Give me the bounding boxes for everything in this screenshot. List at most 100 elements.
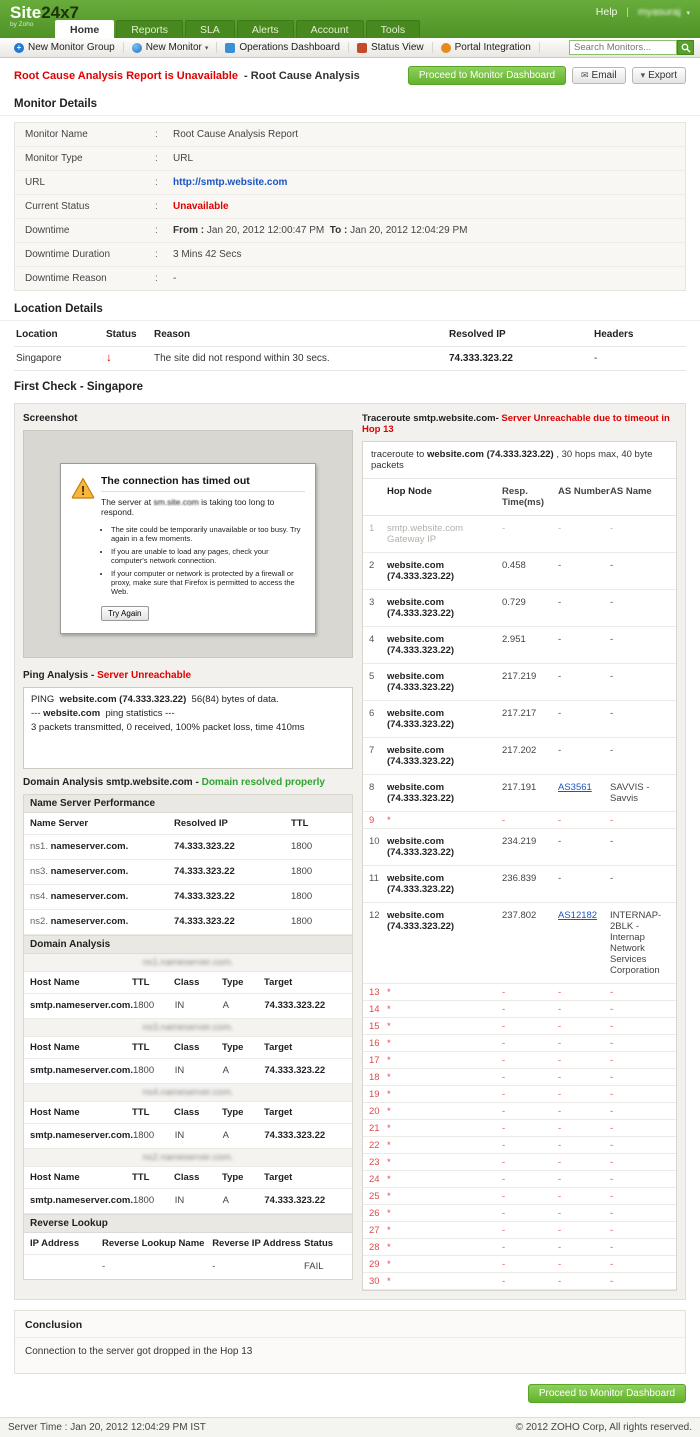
monitor-name-value: Root Cause Analysis Report <box>173 129 298 140</box>
operations-dashboard-button[interactable]: Operations Dashboard <box>217 42 349 53</box>
traceroute-row: 9 * - - - <box>363 812 676 829</box>
nav-tab[interactable]: Tools <box>366 20 421 38</box>
col-as-name: AS Name <box>610 486 670 508</box>
ping-line: --- website.com ping statistics --- <box>31 707 345 721</box>
hop-resp-time: - <box>502 1225 558 1236</box>
field-label: Downtime Reason <box>25 273 155 284</box>
new-monitor-label: New Monitor <box>146 42 202 53</box>
domain-analysis-heading: Domain Analysis smtp.website.com - Domai… <box>23 777 353 788</box>
dns-server-label: ns2.nameserver.com. <box>24 1149 352 1167</box>
new-monitor-button[interactable]: New Monitor ▾ <box>124 42 218 53</box>
first-check-left-column: Screenshot ! The connection has timed ou… <box>23 412 353 1291</box>
hop-as-name: - <box>610 1242 670 1253</box>
record-target: 74.333.323.22 <box>264 1195 346 1206</box>
proceed-to-dashboard-button-bottom[interactable]: Proceed to Monitor Dashboard <box>528 1384 686 1403</box>
downtime-value: From : Jan 20, 2012 12:00:47 PM To : Jan… <box>173 225 467 236</box>
first-check-panel: Screenshot ! The connection has timed ou… <box>14 403 686 1300</box>
hop-as-number: - <box>558 1089 610 1100</box>
try-again-button[interactable]: Try Again <box>101 606 149 621</box>
hop-number: 24 <box>369 1174 387 1185</box>
hop-as-number: - <box>558 987 610 998</box>
downtime-reason-row: Downtime Reason : - <box>15 267 685 290</box>
logo-text: Site <box>10 3 41 22</box>
conclusion-heading: Conclusion <box>15 1311 685 1338</box>
host-name: smtp.nameserver.com. <box>30 1000 133 1011</box>
help-link[interactable]: Help <box>596 6 618 18</box>
hop-number: 14 <box>369 1004 387 1015</box>
portal-integration-button[interactable]: Portal Integration <box>433 42 540 53</box>
hop-as-number: - <box>558 1123 610 1134</box>
hop-number: 1 <box>369 523 387 534</box>
status-badge: Unavailable <box>173 201 229 212</box>
dns-record-row: smtp.nameserver.com. 1800 IN A 74.333.32… <box>24 994 352 1019</box>
monitor-search <box>569 40 694 55</box>
hop-as-number: - <box>558 1021 610 1032</box>
monitor-globe-icon <box>132 43 142 53</box>
nav-tab[interactable]: Home <box>55 20 114 38</box>
field-label: Downtime <box>25 225 155 236</box>
hop-as-number[interactable]: AS3561 <box>558 782 610 793</box>
nav-tab[interactable]: Reports <box>116 20 183 38</box>
ttl: 1800 <box>291 891 346 902</box>
traceroute-command-line: traceroute to website.com (74.333.323.22… <box>363 442 676 479</box>
downtime-row: Downtime : From : Jan 20, 2012 12:00:47 … <box>15 219 685 243</box>
hop-as-name: - <box>610 815 670 826</box>
hop-as-name: - <box>610 745 670 756</box>
hop-number: 9 <box>369 815 387 826</box>
monitor-url-link[interactable]: http://smtp.website.com <box>173 177 287 188</box>
hop-as-name: - <box>610 597 670 608</box>
nav-tab[interactable]: Alerts <box>237 20 294 38</box>
search-input[interactable] <box>569 40 677 55</box>
col-hop-node: Hop Node <box>387 486 502 508</box>
email-button[interactable]: ✉Email <box>572 67 626 84</box>
reverse-lookup-header: IP Address Reverse Lookup Name Reverse I… <box>24 1233 352 1255</box>
hop-as-name: - <box>610 1123 670 1134</box>
header-utility: Help | myasuraj ▾ <box>596 6 690 18</box>
traceroute-row: 20 * - - - <box>363 1103 676 1120</box>
hop-number: 8 <box>369 782 387 793</box>
status-view-button[interactable]: Status View <box>349 42 433 53</box>
hop-number: 20 <box>369 1106 387 1117</box>
copyright: © 2012 ZOHO Corp, All rights reserved. <box>516 1422 692 1433</box>
user-menu[interactable]: myasuraj ▾ <box>638 6 690 18</box>
hop-number: 13 <box>369 987 387 998</box>
chevron-down-icon: ▾ <box>205 44 209 52</box>
traceroute-heading: Traceroute smtp.website.com- Server Unre… <box>362 413 677 435</box>
resolved-ip: 74.333.323.22 <box>174 891 291 902</box>
first-check-right-column: Traceroute smtp.website.com- Server Unre… <box>362 412 677 1291</box>
search-button[interactable] <box>677 40 694 55</box>
col-resolved-ip: Resolved IP <box>174 818 291 829</box>
proceed-to-dashboard-button[interactable]: Proceed to Monitor Dashboard <box>408 66 566 85</box>
nav-tab[interactable]: SLA <box>185 20 235 38</box>
downtime-reason-value: - <box>173 273 176 284</box>
downtime-duration-value: 3 Mins 42 Secs <box>173 249 241 260</box>
export-button[interactable]: ▾Export <box>632 67 686 84</box>
traceroute-panel: traceroute to website.com (74.333.323.22… <box>362 441 677 1291</box>
col-status: Status <box>106 329 154 340</box>
hop-number: 12 <box>369 910 387 921</box>
dns-record-row: smtp.nameserver.com. 1800 IN A 74.333.32… <box>24 1059 352 1084</box>
title-actions: Proceed to Monitor Dashboard ✉Email ▾Exp… <box>408 66 686 85</box>
username: myasuraj <box>638 6 681 18</box>
hop-node: * <box>387 1106 502 1117</box>
hop-number: 27 <box>369 1225 387 1236</box>
hop-resp-time: - <box>502 1038 558 1049</box>
hop-as-number[interactable]: AS12182 <box>558 910 610 921</box>
name-server: ns1. nameserver.com. <box>30 841 174 852</box>
down-status-icon: ↓ <box>106 350 112 364</box>
hop-number: 4 <box>369 634 387 645</box>
new-monitor-group-button[interactable]: + New Monitor Group <box>6 42 124 53</box>
hop-as-number: - <box>558 560 610 571</box>
hop-as-number: - <box>558 1004 610 1015</box>
hop-as-number: - <box>558 708 610 719</box>
error-screenshot: ! The connection has timed out The serve… <box>23 430 353 658</box>
resolved-ip: 74.333.323.22 <box>174 916 291 927</box>
reverse-status: FAIL <box>304 1261 346 1272</box>
traceroute-row: 8 website.com (74.333.323.22) 217.191 AS… <box>363 775 676 812</box>
traceroute-row: 19 * - - - <box>363 1086 676 1103</box>
hop-resp-time: 0.458 <box>502 560 558 571</box>
hop-as-name: - <box>610 1191 670 1202</box>
nav-tab[interactable]: Account <box>296 20 364 38</box>
traceroute-row: 14 * - - - <box>363 1001 676 1018</box>
host-name: smtp.nameserver.com. <box>30 1195 133 1206</box>
